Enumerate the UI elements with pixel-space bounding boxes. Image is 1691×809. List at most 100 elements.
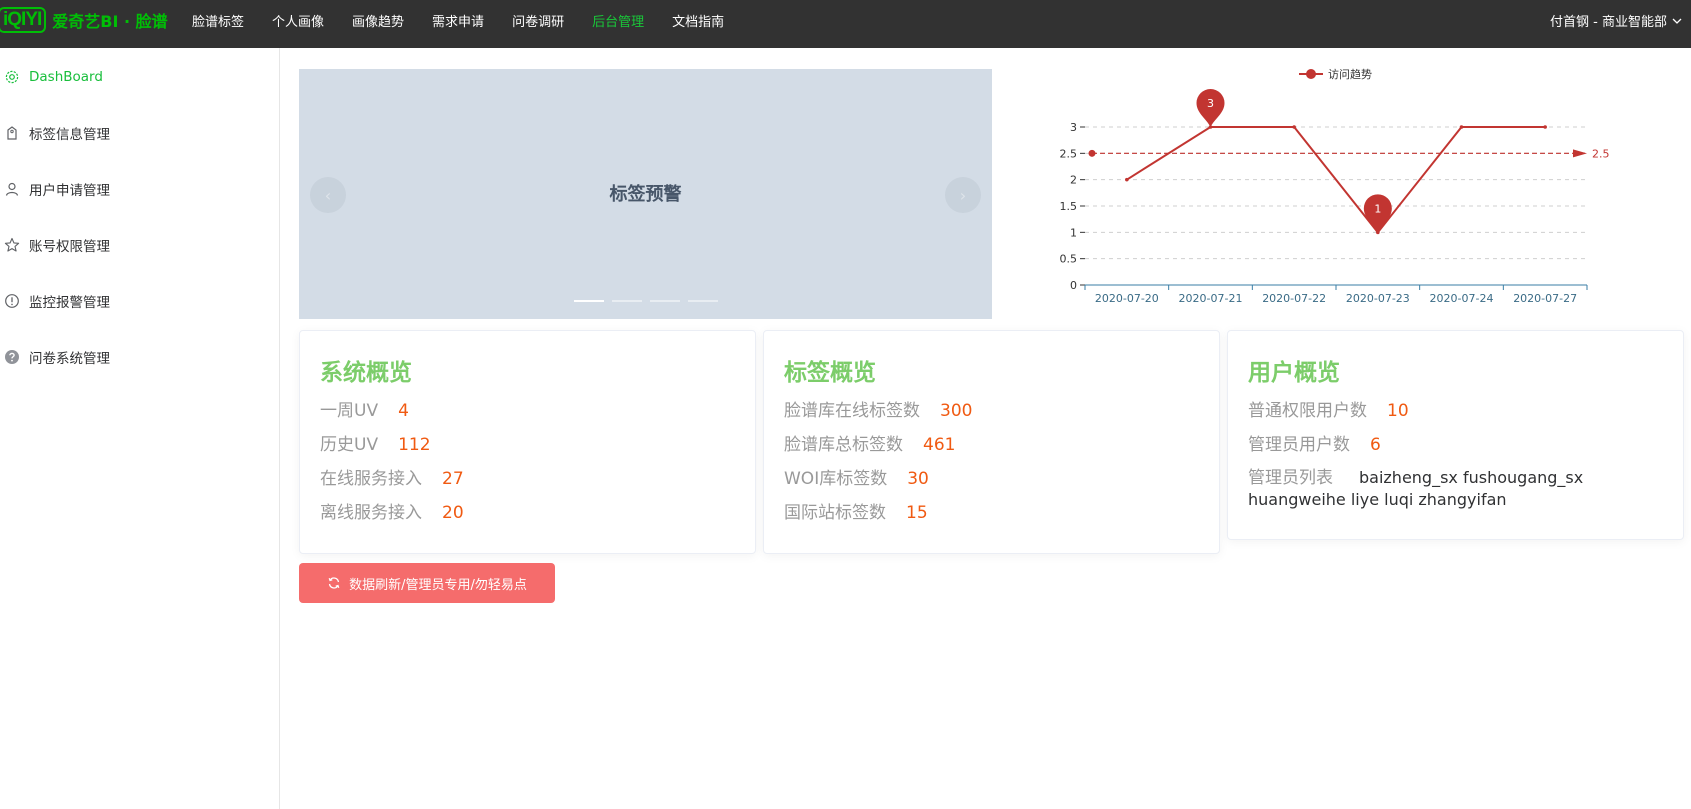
data-point bbox=[1125, 177, 1129, 182]
nav-item-admin[interactable]: 后台管理 bbox=[592, 11, 644, 30]
sidebar-item-user-requests[interactable]: 用户申请管理 bbox=[0, 174, 110, 204]
stat-label: 一周UV bbox=[320, 401, 379, 421]
stat-label: 在线服务接入 bbox=[320, 469, 422, 489]
stat-row: 管理员用户数 6 bbox=[1248, 433, 1663, 467]
top-navbar: iQIYI 爱奇艺BI · 脸谱 脸谱标签 个人画像 画像趋势 需求申请 问卷调… bbox=[0, 0, 1691, 48]
sidebar-item-monitoring-alerts[interactable]: 监控报警管理 bbox=[0, 286, 110, 316]
nav-item-profile-trends[interactable]: 画像趋势 bbox=[352, 11, 404, 30]
star-icon bbox=[2, 235, 22, 255]
stat-label: 国际站标签数 bbox=[784, 503, 886, 523]
stat-label: 历史UV bbox=[320, 435, 379, 455]
stat-value: 20 bbox=[442, 503, 464, 523]
refresh-icon bbox=[328, 577, 340, 589]
carousel-slide-title: 标签预警 bbox=[609, 184, 682, 205]
stat-row: 一周UV 4 bbox=[320, 399, 735, 433]
stat-value: 112 bbox=[398, 435, 431, 455]
x-tick-label: 2020-07-27 bbox=[1513, 292, 1577, 305]
mark-point-label: 3 bbox=[1207, 97, 1214, 110]
x-tick-label: 2020-07-21 bbox=[1179, 292, 1243, 305]
mark-line-arrow bbox=[1573, 149, 1587, 158]
chevron-down-icon bbox=[1672, 18, 1682, 24]
tag-alert-carousel[interactable]: 标签预警 ‹ › bbox=[299, 69, 992, 319]
stat-row: WOI库标签数 30 bbox=[784, 467, 1199, 501]
visit-trend-chart: 访问趋势 0 0.5 1 1.5 2 2.5 3 2020-07-20 2020-07-21 20… bbox=[1060, 68, 1610, 305]
sidebar-item-label: 账号权限管理 bbox=[29, 239, 110, 255]
nav-item-personal-profile[interactable]: 个人画像 bbox=[272, 11, 324, 30]
legend-marker bbox=[1306, 69, 1316, 79]
mark-line-label: 2.5 bbox=[1592, 147, 1610, 160]
stat-label: 脸谱库总标签数 bbox=[784, 435, 903, 455]
card-title: 用户概览 bbox=[1248, 360, 1340, 386]
legend-label: 访问趋势 bbox=[1328, 68, 1372, 81]
admin-list: 管理员列表 baizheng_sx fushougang_sx huangweih… bbox=[1248, 467, 1663, 511]
user-menu-label: 付首钢 - 商业智能部 bbox=[1550, 15, 1667, 30]
chevron-right-icon: › bbox=[959, 185, 967, 205]
sidebar-item-survey-system[interactable]: 问卷系统管理 bbox=[0, 342, 110, 372]
nav-item-requests[interactable]: 需求申请 bbox=[432, 11, 484, 30]
admin-list-label: 管理员列表 bbox=[1248, 468, 1333, 488]
user-overview-card: 用户概览 普通权限用户数 10 管理员用户数 6 管理员列表 baizheng_sx … bbox=[1227, 330, 1684, 540]
sidebar-item-tag-info[interactable]: 标签信息管理 bbox=[0, 118, 110, 148]
x-tick-label: 2020-07-22 bbox=[1262, 292, 1326, 305]
carousel-indicator[interactable] bbox=[649, 300, 680, 302]
brand[interactable]: iQIYI 爱奇艺BI · 脸谱 bbox=[0, 5, 168, 35]
chevron-left-icon: ‹ bbox=[324, 185, 332, 205]
stat-value: 15 bbox=[906, 503, 928, 523]
stat-row: 离线服务接入 20 bbox=[320, 501, 735, 535]
brand-name: 爱奇艺BI · 脸谱 bbox=[52, 12, 168, 31]
stat-label: 普通权限用户数 bbox=[1248, 401, 1367, 421]
stat-row: 国际站标签数 15 bbox=[784, 501, 1199, 535]
carousel-indicators bbox=[299, 300, 992, 302]
stat-value: 10 bbox=[1387, 401, 1409, 421]
sidebar-item-label: DashBoard bbox=[29, 69, 103, 85]
x-tick-label: 2020-07-20 bbox=[1095, 292, 1159, 305]
warning-icon bbox=[2, 291, 22, 311]
y-tick-label: 1.5 bbox=[1060, 200, 1078, 213]
y-tick-label: 2 bbox=[1070, 174, 1077, 187]
refresh-data-button[interactable]: 数据刷新/管理员专用/勿轻易点 bbox=[299, 563, 555, 603]
nav-item-docs[interactable]: 文档指南 bbox=[672, 11, 724, 30]
stat-row: 脸谱库总标签数 461 bbox=[784, 433, 1199, 467]
user-icon bbox=[2, 179, 22, 199]
stat-label: 管理员用户数 bbox=[1248, 435, 1350, 455]
y-tick-label: 2.5 bbox=[1060, 147, 1078, 160]
tag-overview-card: 标签概览 脸谱库在线标签数 300 脸谱库总标签数 461 WOI库标签数 30 国际… bbox=[763, 330, 1220, 554]
y-tick-label: 0.5 bbox=[1060, 253, 1078, 266]
x-tick-label: 2020-07-24 bbox=[1430, 292, 1494, 305]
stat-value: 27 bbox=[442, 469, 464, 489]
stat-value: 6 bbox=[1370, 435, 1381, 455]
nav-item-surveys[interactable]: 问卷调研 bbox=[512, 11, 564, 30]
data-point bbox=[1543, 125, 1547, 129]
data-point bbox=[1292, 125, 1296, 129]
tag-icon bbox=[2, 123, 22, 143]
carousel-prev-button[interactable]: ‹ bbox=[310, 177, 346, 213]
mark-point-label: 1 bbox=[1374, 202, 1381, 215]
card-title: 标签概览 bbox=[784, 360, 876, 386]
stat-row: 历史UV 112 bbox=[320, 433, 735, 467]
iqiyi-logo: iQIYI bbox=[0, 7, 47, 33]
sidebar-item-dashboard[interactable]: DashBoard bbox=[0, 62, 103, 92]
x-tick-label: 2020-07-23 bbox=[1346, 292, 1410, 305]
carousel-indicator[interactable] bbox=[687, 300, 718, 302]
carousel-indicator[interactable] bbox=[611, 300, 642, 302]
refresh-button-label: 数据刷新/管理员专用/勿轻易点 bbox=[349, 577, 527, 593]
sidebar-item-label: 问卷系统管理 bbox=[29, 351, 110, 367]
y-tick-label: 3 bbox=[1070, 121, 1077, 134]
user-menu[interactable]: 付首钢 - 商业智能部 bbox=[1550, 11, 1683, 30]
system-overview-card: 系统概览 一周UV 4 历史UV 112 在线服务接入 27 离线服务接入 20 bbox=[299, 330, 756, 554]
stat-row: 普通权限用户数 10 bbox=[1248, 399, 1663, 433]
carousel-indicator[interactable] bbox=[573, 300, 604, 302]
sidebar-item-account-permissions[interactable]: 账号权限管理 bbox=[0, 230, 110, 260]
stat-row: 在线服务接入 27 bbox=[320, 467, 735, 501]
question-icon bbox=[2, 347, 22, 367]
stat-value: 300 bbox=[940, 401, 973, 421]
main-nav: 脸谱标签 个人画像 画像趋势 需求申请 问卷调研 后台管理 文档指南 bbox=[192, 0, 752, 40]
stat-label: 脸谱库在线标签数 bbox=[784, 401, 920, 421]
sidebar-item-label: 标签信息管理 bbox=[29, 127, 110, 143]
stat-row: 脸谱库在线标签数 300 bbox=[784, 399, 1199, 433]
stat-label: 离线服务接入 bbox=[320, 503, 422, 523]
card-title: 系统概览 bbox=[320, 360, 412, 386]
sidebar-item-label: 用户申请管理 bbox=[29, 183, 110, 199]
carousel-next-button[interactable]: › bbox=[945, 177, 981, 213]
nav-item-face-tags[interactable]: 脸谱标签 bbox=[192, 11, 244, 30]
